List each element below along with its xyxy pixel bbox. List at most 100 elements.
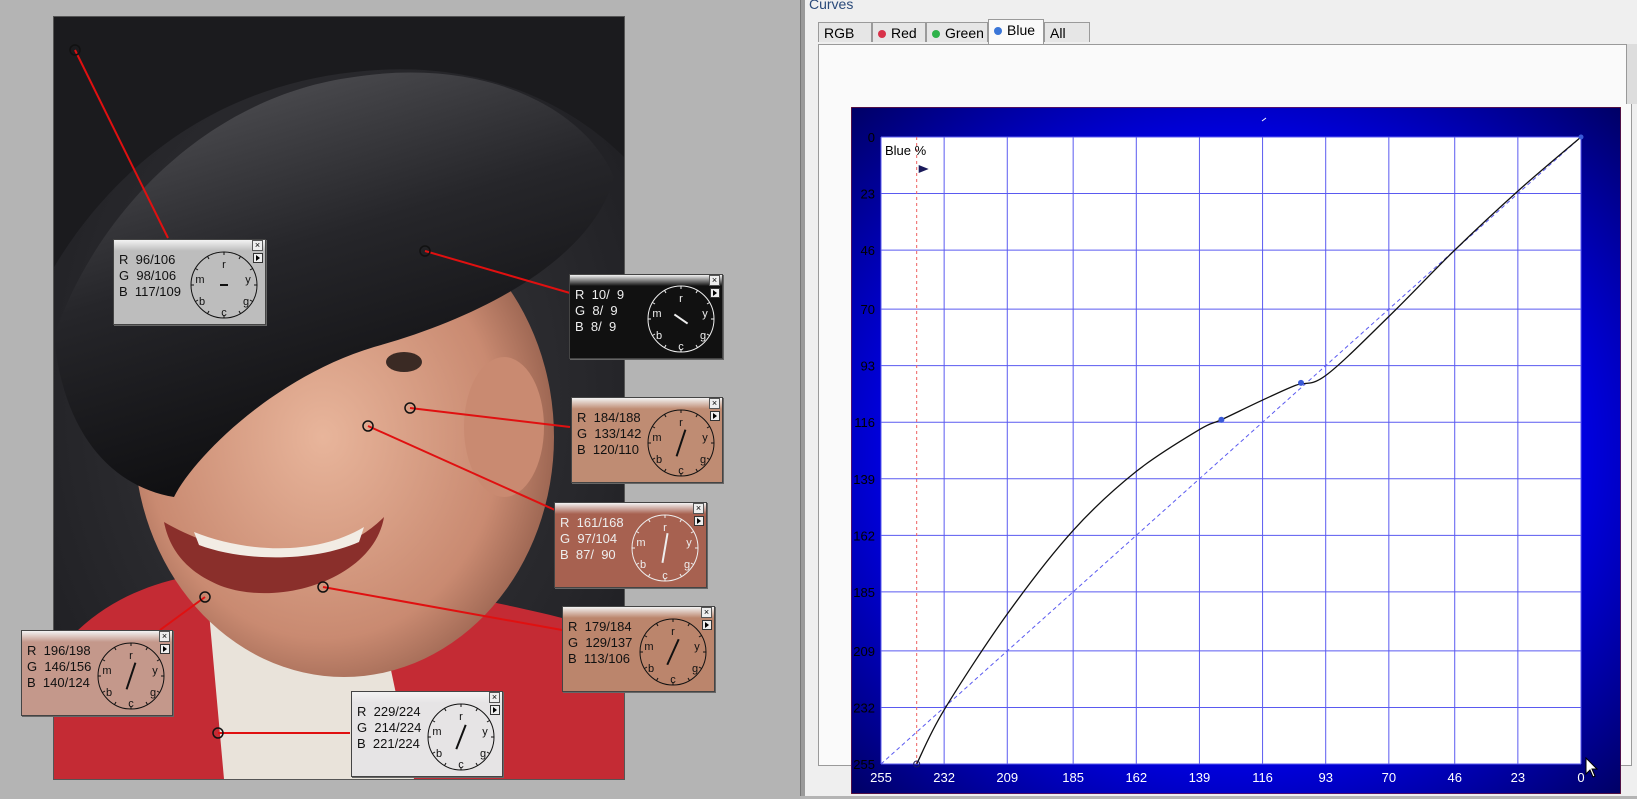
curves-chart[interactable]: 255 232 209 185 162 139 116 93 70 46 23 0 0 23 46 70 93 1…	[850, 106, 1622, 795]
x-tick-label: 0	[1577, 770, 1584, 785]
dial-tick	[698, 666, 702, 669]
dial-tick	[648, 519, 651, 523]
tab-blue[interactable]: Blue	[988, 19, 1044, 44]
dial-tick	[475, 708, 478, 712]
color-sampler-panel[interactable]: × R 196/198 G 146/156 B 140/124 r y g c b m	[21, 630, 173, 716]
color-dial: r yg c bm	[639, 618, 707, 686]
dial-label-top: r	[671, 626, 675, 638]
dial-label-bottom_right: g	[692, 663, 698, 675]
tab-green[interactable]: Green	[926, 22, 988, 42]
dial-tick	[238, 256, 241, 260]
dial-tick	[664, 468, 667, 472]
tab-red[interactable]: Red	[872, 22, 926, 42]
y-tick-label: 232	[853, 700, 875, 715]
tab-rgb[interactable]: RGB	[818, 22, 872, 42]
sampler-b-value: B 221/224	[357, 736, 420, 751]
dial-tick	[664, 414, 667, 418]
sampler-r-value: R 96/106	[119, 252, 176, 267]
color-dial: r yg c bm	[427, 703, 495, 771]
tab-label: Red	[891, 25, 917, 41]
sampler-r-value: R 10/ 9	[575, 287, 625, 302]
dial-tick	[664, 290, 667, 294]
dial-label-right: y	[694, 641, 700, 653]
green-channel-icon	[932, 30, 940, 38]
dial-tick	[636, 531, 640, 534]
dial-label-bottom: c	[662, 570, 668, 582]
curves-panel: Curves RGB Red Green Blue All 255 232 209 185 16…	[805, 0, 1637, 796]
dial-label-bottom_right: g	[700, 330, 706, 342]
dial-tick	[102, 690, 106, 693]
dial-tick	[648, 573, 651, 577]
dial-label-bottom_right: g	[700, 454, 706, 466]
dial-label-bottom: c	[678, 341, 684, 353]
dial-label-bottom_right: g	[243, 296, 249, 308]
sampler-b-value: B 87/ 90	[560, 547, 616, 562]
color-sampler-panel[interactable]: × R 229/224 G 214/224 B 221/224 r y g c b m	[351, 691, 503, 777]
window-title: Curves	[809, 0, 854, 12]
dial-label-bottom_left: b	[640, 559, 646, 571]
y-tick-label: 185	[853, 585, 875, 600]
curves-chart-svg: 255 232 209 185 162 139 116 93 70 46 23 0 0 23 46 70 93 1…	[850, 106, 1622, 795]
y-tick-label: 139	[853, 472, 875, 487]
color-dial: r yg c bm	[647, 285, 715, 353]
color-sampler-panel[interactable]: × R 10/ 9G 8/ 9B 8/ 9rygcbm	[569, 274, 723, 359]
dial-tick	[475, 762, 478, 766]
x-tick-label: 185	[1062, 770, 1084, 785]
dial-tick	[679, 519, 682, 523]
color-sampler-panel[interactable]: × R 179/184 G 129/137 B 113/106 r y g c b m	[562, 606, 715, 692]
dial-tick	[114, 647, 117, 651]
dial-tick	[706, 457, 710, 460]
dial-tick	[706, 302, 710, 305]
curve-control-point	[1218, 416, 1225, 423]
dial-needle	[675, 429, 687, 457]
color-sampler-panel[interactable]: × R 184/188 G 133/142 B 120/110 r y g c b m	[571, 397, 723, 483]
mouse-cursor-icon	[1585, 757, 1599, 778]
dial-label-right: y	[482, 726, 488, 738]
dial-label-left: m	[636, 537, 645, 549]
dial-label-right: y	[702, 308, 708, 320]
dial-tick	[486, 751, 490, 754]
sampler-b-value: B 120/110	[577, 442, 639, 457]
dial-label-right: y	[245, 274, 251, 286]
dial-tick	[644, 635, 648, 638]
dial-tick	[145, 647, 148, 651]
dial-tick	[652, 333, 656, 336]
dial-label-bottom: c	[670, 674, 676, 686]
color-sampler-panel[interactable]: × R 161/168 G 97/104 B 87/ 90 r y g c b m	[554, 502, 707, 588]
tab-label: Green	[945, 25, 984, 41]
dial-tick	[695, 468, 698, 472]
dial-label-top: r	[663, 522, 667, 534]
dial-tick	[432, 751, 436, 754]
dial-label-bottom: c	[128, 698, 134, 710]
dial-label-left: m	[195, 274, 204, 286]
dial-label-bottom_left: b	[199, 296, 205, 308]
dial-label-top: r	[222, 259, 226, 271]
dial-label-top: r	[679, 293, 683, 305]
dial-tick	[690, 562, 694, 565]
curve-end-point	[1578, 134, 1584, 140]
scrollbar[interactable]	[1626, 44, 1637, 104]
tab-all[interactable]: All	[1044, 22, 1090, 42]
x-tick-label: 209	[996, 770, 1018, 785]
dial-needle	[125, 662, 137, 690]
sampler-values: R 179/184 G 129/137 B 113/106	[568, 619, 632, 667]
y-tick-label: 255	[853, 757, 875, 772]
y-tick-label: 23	[861, 187, 875, 202]
y-tick-label: 162	[853, 528, 875, 543]
dial-tick	[690, 531, 694, 534]
dial-label-bottom_right: g	[480, 748, 486, 760]
sampler-g-value: G 129/137	[568, 635, 633, 650]
x-tick-label: 139	[1189, 770, 1211, 785]
dial-tick	[156, 659, 160, 662]
sampler-values: R 96/106 G 98/106 B 117/109	[119, 252, 181, 300]
dial-label-bottom: c	[221, 307, 227, 319]
sampler-g-value: G 146/156	[27, 659, 92, 674]
sampler-g-value: G 97/104	[560, 531, 618, 546]
dial-tick	[652, 457, 656, 460]
color-sampler-panel[interactable]: × R 96/106 G 98/106 B 117/109 r y g c b m	[113, 239, 266, 325]
dial-label-left: m	[644, 641, 653, 653]
sampler-b-value: B 8/ 9	[575, 319, 617, 334]
x-tick-label: 255	[870, 770, 892, 785]
dial-tick	[195, 268, 199, 271]
dial-label-top: r	[679, 417, 683, 429]
